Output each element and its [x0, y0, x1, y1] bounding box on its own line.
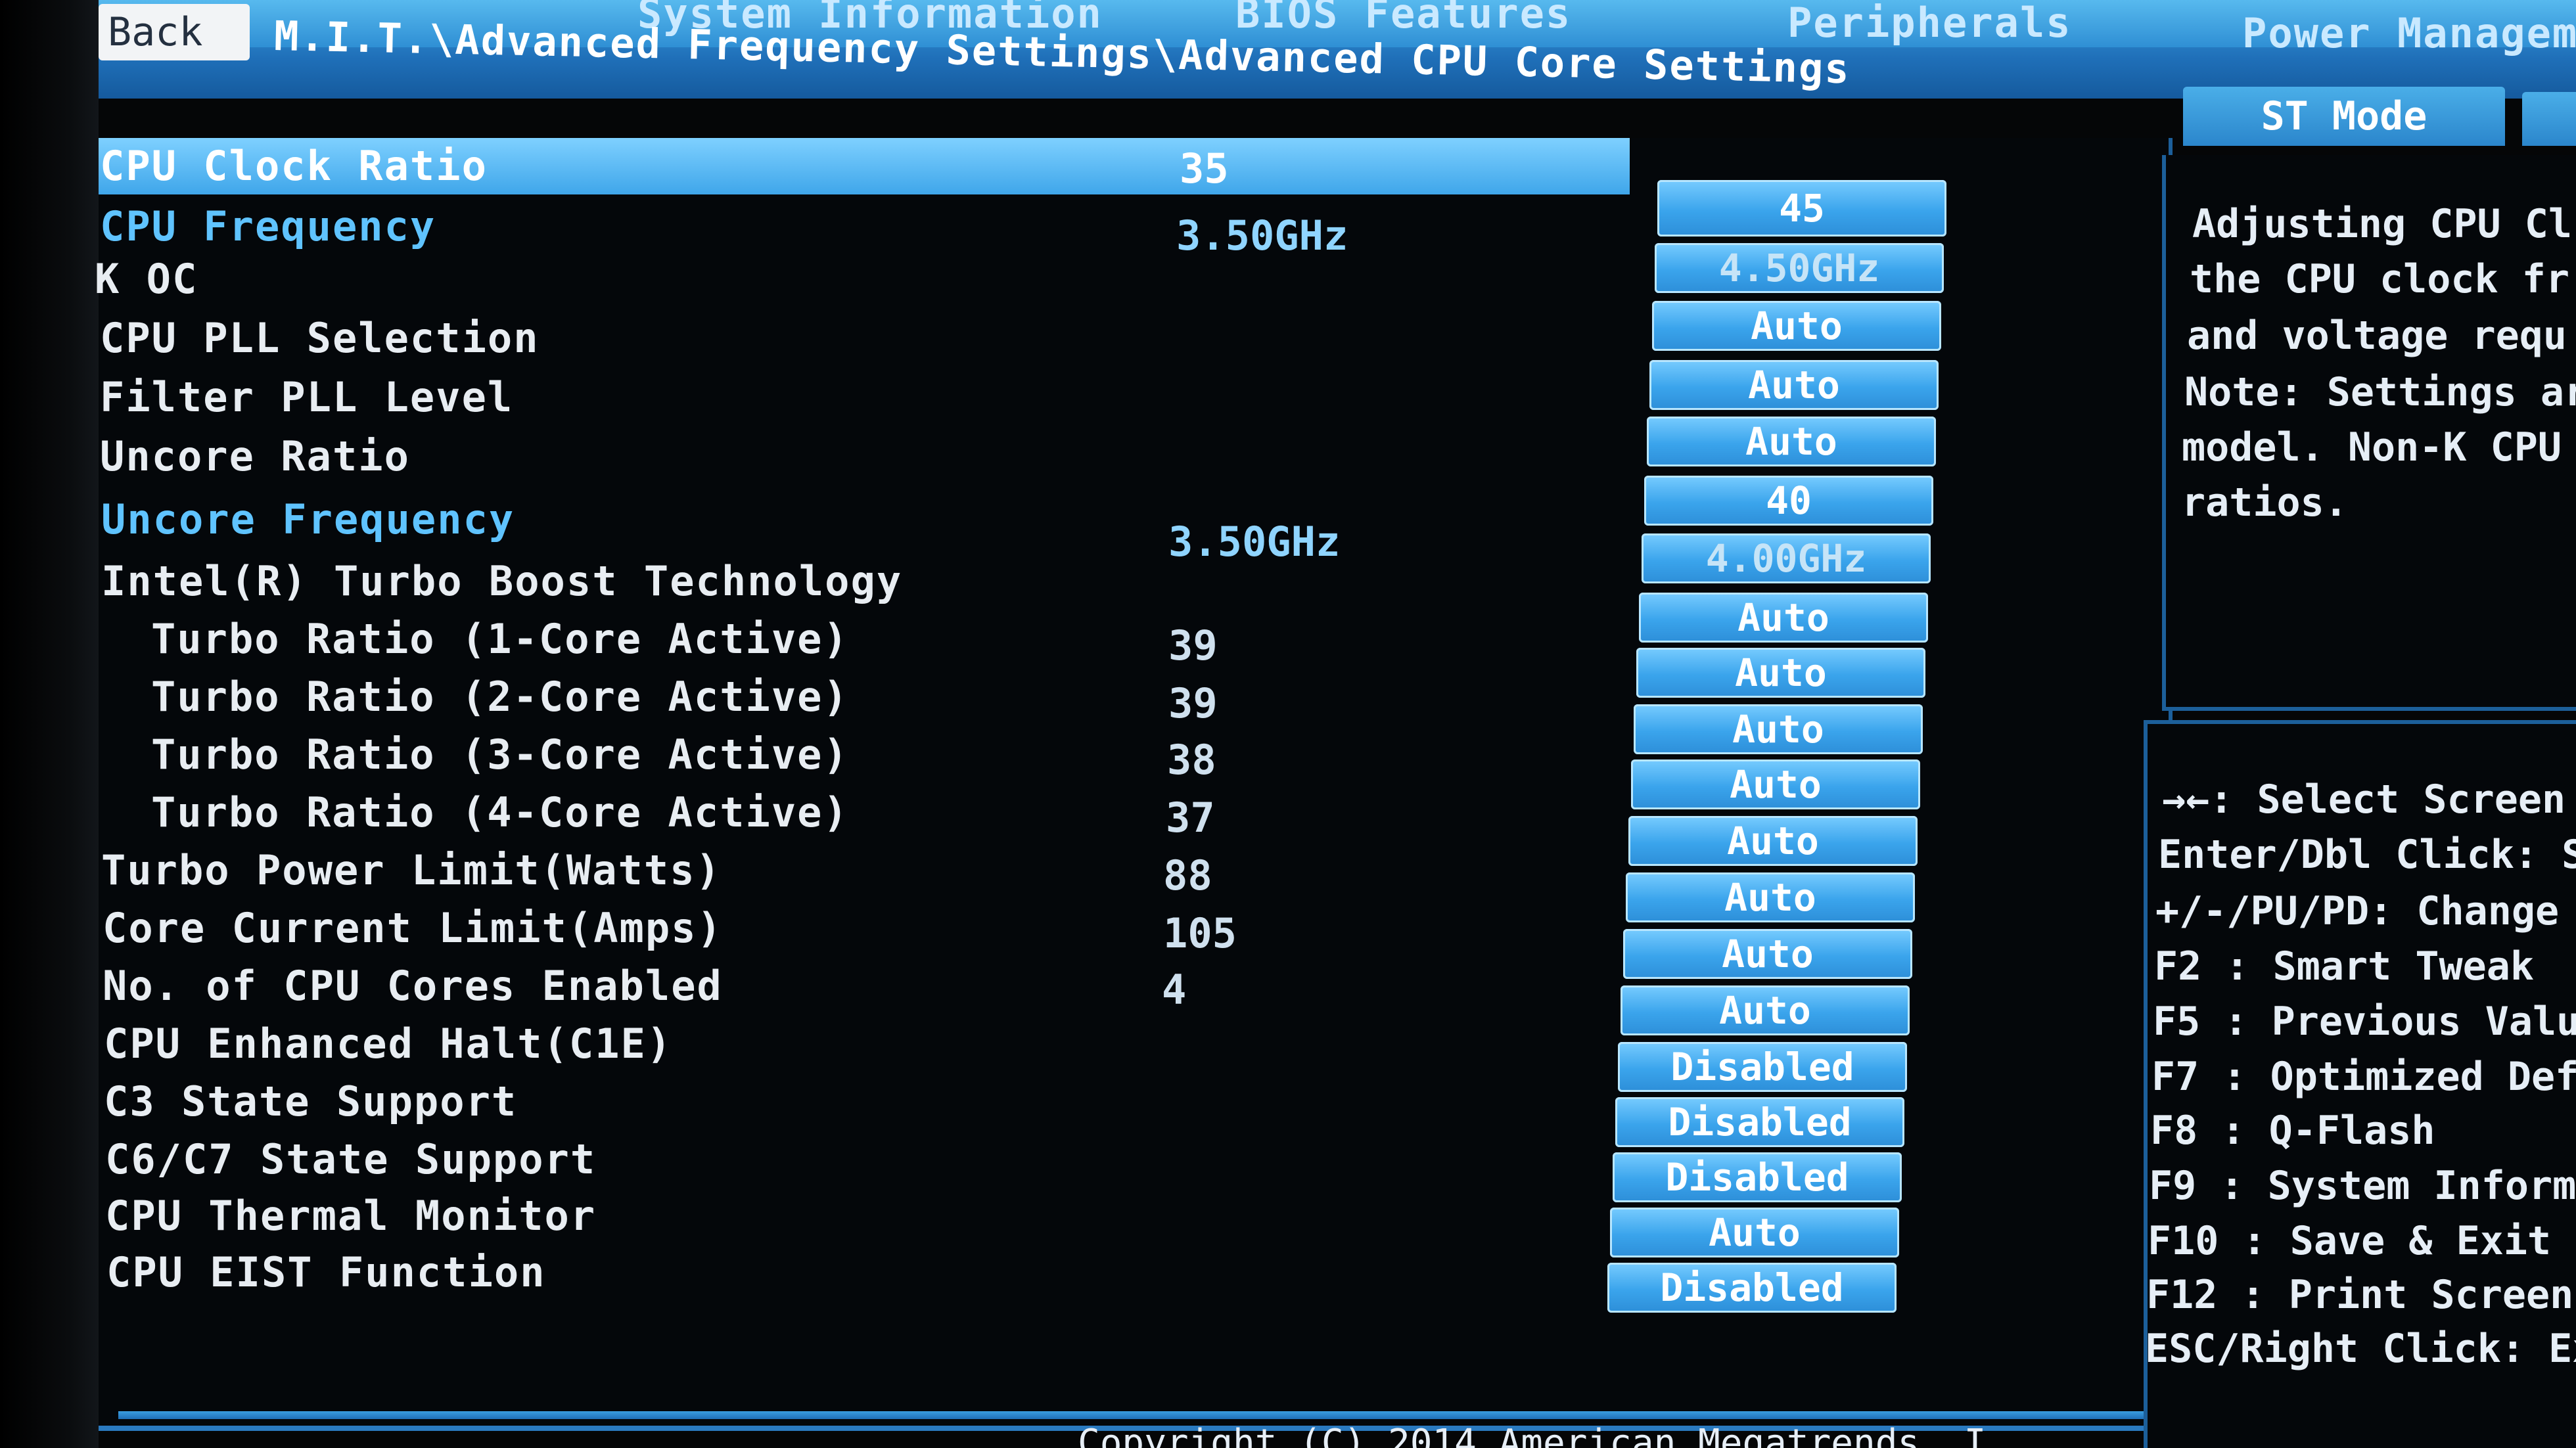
key-legend-panel: →←: Select Screen Enter/Dbl Click: S +/-…	[2144, 720, 2576, 1448]
setting-current-value: 88	[1163, 851, 1212, 899]
setting-label: Turbo Power Limit(Watts)	[101, 846, 722, 894]
copyright-text: Copyright (C) 2014 American Megatrends, …	[1078, 1422, 1987, 1448]
key-hint: F10 : Save & Exit	[2148, 1218, 2552, 1264]
setting-row[interactable]: CPU EIST Function Disabled	[99, 1244, 1897, 1313]
settings-list: CPU Clock Ratio 35 45 CPU Frequency 3.50…	[95, 138, 2169, 1426]
setting-row[interactable]: CPU Frequency 3.50GHz 4.50GHz	[99, 198, 1944, 293]
setting-label: Uncore Frequency	[101, 495, 515, 543]
st-mode-tab[interactable]: ST Mode	[2183, 87, 2505, 146]
help-text-line: Adjusting CPU Cl	[2192, 201, 2572, 247]
setting-row[interactable]: Intel(R) Turbo Boost Technology Auto	[99, 553, 1928, 643]
setting-current-value: 4	[1162, 966, 1187, 1014]
help-text-line: the CPU clock fr	[2190, 256, 2569, 302]
setting-label: CPU Enhanced Halt(C1E)	[104, 1020, 673, 1068]
setting-row[interactable]: Turbo Power Limit(Watts) 88 Auto	[99, 842, 1915, 922]
setting-row[interactable]: No. of CPU Cores Enabled 4 Auto	[99, 958, 1910, 1035]
key-hint: F12 : Print Screen(	[2146, 1272, 2576, 1318]
setting-value-button[interactable]: Disabled	[1607, 1263, 1897, 1313]
setting-current-value: 35	[1180, 145, 1229, 192]
setting-label: Intel(R) Turbo Boost Technology	[101, 557, 903, 605]
screen-bezel	[0, 0, 99, 1448]
key-hint: F7 : Optimized Def	[2151, 1054, 2576, 1100]
setting-row[interactable]: Turbo Ratio (2-Core Active) 39 Auto	[99, 669, 1923, 754]
setting-label: CPU Frequency	[100, 202, 436, 250]
setting-row[interactable]: Turbo Ratio (1-Core Active) 39 Auto	[99, 611, 1925, 698]
key-hint: Enter/Dbl Click: S	[2158, 832, 2576, 878]
footer-divider	[118, 1411, 2169, 1419]
key-hint: →←: Select Screen	[2162, 777, 2566, 823]
help-text-line: and voltage requ	[2187, 313, 2567, 359]
setting-label: K OC	[95, 255, 198, 303]
setting-row[interactable]: Filter PLL Level Auto	[99, 369, 1936, 466]
setting-row[interactable]: Uncore Frequency 3.50GHz 4.00GHz	[99, 491, 1931, 583]
setting-label: Turbo Ratio (3-Core Active)	[151, 731, 849, 779]
setting-current-value: 39	[1168, 622, 1218, 669]
setting-label: CPU Clock Ratio	[100, 142, 488, 190]
setting-label: Core Current Limit(Amps)	[103, 904, 723, 952]
extra-mode-tab[interactable]	[2522, 92, 2576, 146]
setting-row[interactable]: Core Current Limit(Amps) 105 Auto	[99, 900, 1912, 979]
key-hint: F2 : Smart Tweak	[2154, 943, 2534, 989]
setting-current-value: 105	[1163, 909, 1237, 957]
setting-row[interactable]: C3 State Support Disabled	[99, 1074, 1904, 1147]
help-panel: Adjusting CPU Cl the CPU clock fr and vo…	[2162, 155, 2576, 711]
help-text-line: ratios.	[2182, 480, 2348, 526]
key-hint: F9 : System Inform	[2149, 1163, 2576, 1209]
setting-row[interactable]: CPU PLL Selection Auto	[99, 310, 1939, 410]
key-hint: F5 : Previous Valu	[2153, 999, 2576, 1045]
setting-label: C6/C7 State Support	[105, 1135, 597, 1183]
setting-current-value: 38	[1167, 736, 1216, 784]
tab-bios-features[interactable]: BIOS Features	[1235, 0, 1571, 37]
help-text-line: Note: Settings ar	[2184, 369, 2576, 415]
back-button[interactable]: Back	[99, 4, 250, 60]
key-hint: +/-/PU/PD: Change	[2155, 888, 2560, 934]
settings-panel: CPU Clock Ratio 35 45 CPU Frequency 3.50…	[95, 138, 2173, 1431]
setting-label: No. of CPU Cores Enabled	[103, 962, 723, 1010]
setting-row[interactable]: Turbo Ratio (4-Core Active) 37 Auto	[99, 784, 1918, 866]
setting-label: CPU PLL Selection	[100, 314, 540, 362]
setting-row[interactable]: C6/C7 State Support Disabled	[99, 1131, 1902, 1202]
key-hint: ESC/Right Click: Exi	[2145, 1326, 2576, 1372]
setting-label: C3 State Support	[104, 1077, 518, 1125]
setting-current-value: 39	[1168, 679, 1218, 727]
tab-power-management[interactable]: Power Manageme	[2242, 9, 2576, 57]
key-hint: F8 : Q-Flash	[2150, 1108, 2435, 1154]
setting-label: Turbo Ratio (2-Core Active)	[151, 673, 849, 721]
setting-row[interactable]: Uncore Ratio 40	[99, 428, 1933, 526]
setting-label: Filter PLL Level	[100, 373, 514, 421]
setting-label: Turbo Ratio (1-Core Active)	[151, 615, 849, 663]
setting-label: CPU EIST Function	[106, 1248, 546, 1296]
setting-row[interactable]: CPU Clock Ratio 35 45	[99, 138, 1946, 237]
help-text-line: model. Non-K CPU	[2182, 424, 2562, 470]
setting-label: Turbo Ratio (4-Core Active)	[151, 788, 849, 836]
setting-row[interactable]: Turbo Ratio (3-Core Active) 38 Auto	[99, 727, 1920, 809]
setting-row[interactable]: CPU Thermal Monitor Auto	[99, 1188, 1899, 1257]
setting-label: Uncore Ratio	[100, 432, 410, 480]
setting-current-value: 37	[1166, 794, 1215, 842]
tab-peripherals[interactable]: Peripherals	[1787, 0, 2072, 47]
setting-row[interactable]: K OC Auto	[95, 251, 1941, 351]
setting-row[interactable]: CPU Enhanced Halt(C1E) Disabled	[99, 1016, 1907, 1092]
setting-label: CPU Thermal Monitor	[105, 1192, 597, 1240]
